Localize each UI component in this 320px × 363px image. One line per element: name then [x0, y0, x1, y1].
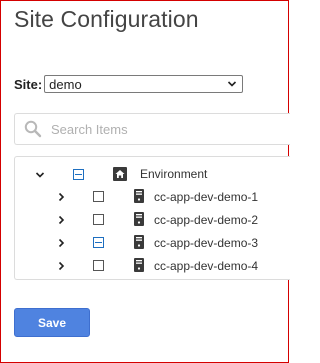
tree-checkbox-demo-1[interactable] — [93, 191, 104, 202]
tree-checkbox-demo-3[interactable] — [93, 237, 104, 248]
page-title: Site Configuration — [14, 6, 199, 32]
chevron-right-icon[interactable] — [56, 261, 66, 271]
chevron-down-icon — [228, 81, 237, 87]
search-box[interactable]: Search Items — [14, 113, 290, 145]
window-frame: Site Configuration Site: demo Search Ite… — [0, 0, 290, 363]
tree-label-environment: Environment — [140, 167, 208, 181]
tree-node-demo-2[interactable]: cc-app-dev-demo-2 — [15, 211, 290, 231]
tree-checkbox-environment[interactable] — [73, 169, 84, 180]
site-label: Site: — [14, 76, 43, 92]
tree-node-environment[interactable]: Environment — [15, 165, 290, 185]
tree-checkbox-demo-2[interactable] — [93, 214, 104, 225]
server-icon — [134, 189, 144, 203]
tree-node-demo-4[interactable]: cc-app-dev-demo-4 — [15, 257, 290, 277]
search-icon — [24, 120, 42, 138]
tree-node-demo-1[interactable]: cc-app-dev-demo-1 — [15, 188, 290, 208]
site-selector-row: Site: demo — [14, 74, 244, 94]
site-select-value: demo — [49, 76, 82, 92]
chevron-right-icon[interactable] — [56, 238, 66, 248]
tree-label-demo-2: cc-app-dev-demo-2 — [154, 213, 259, 227]
tree-label-demo-4: cc-app-dev-demo-4 — [154, 259, 259, 273]
tree-label-demo-1: cc-app-dev-demo-1 — [154, 190, 259, 204]
chevron-right-icon[interactable] — [56, 215, 66, 225]
site-select[interactable]: demo — [44, 75, 244, 93]
home-icon — [113, 167, 127, 181]
tree-node-demo-3[interactable]: cc-app-dev-demo-3 — [15, 234, 290, 254]
search-input[interactable]: Search Items — [51, 122, 128, 137]
server-icon — [134, 235, 144, 249]
chevron-right-icon[interactable] — [56, 192, 66, 202]
server-icon — [134, 212, 144, 226]
config-tree: Environment cc-app-dev-demo-1 cc-app-dev… — [14, 156, 290, 280]
server-icon — [134, 258, 144, 272]
tree-checkbox-demo-4[interactable] — [93, 260, 104, 271]
tree-label-demo-3: cc-app-dev-demo-3 — [154, 236, 259, 250]
save-button[interactable]: Save — [14, 308, 90, 337]
chevron-down-icon[interactable] — [35, 170, 45, 180]
